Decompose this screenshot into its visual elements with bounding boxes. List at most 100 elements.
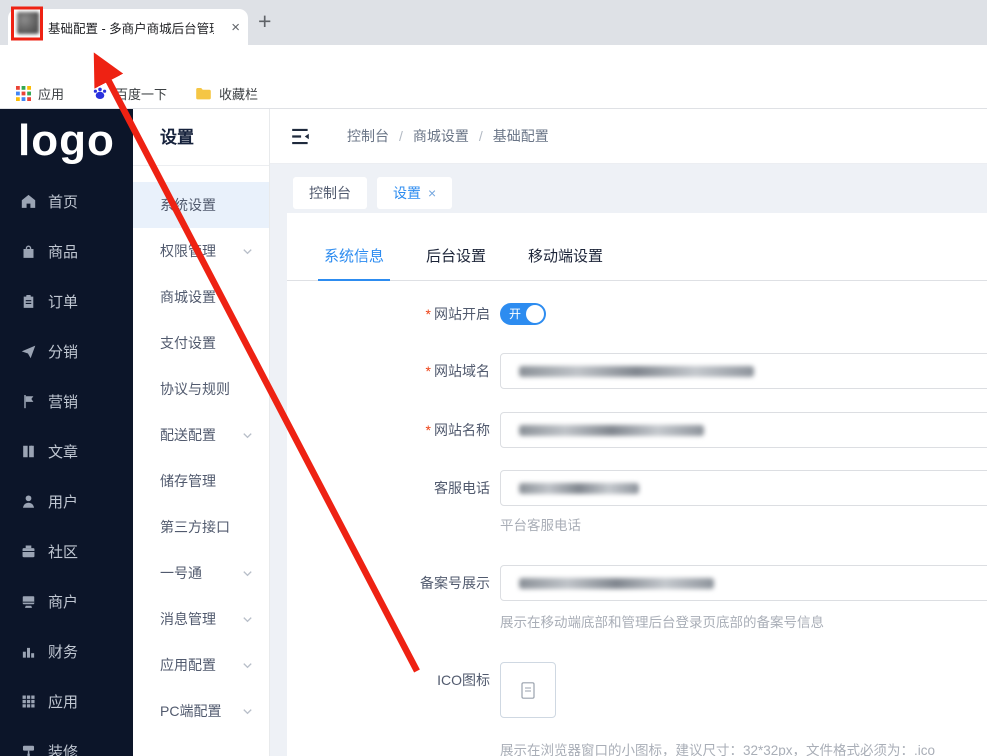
- new-tab-button[interactable]: +: [258, 8, 271, 35]
- icp-display-input[interactable]: [500, 565, 987, 601]
- form-row-icp-display: 备案号展示: [287, 565, 987, 601]
- form-row-ico-icon: ICO图标: [287, 662, 987, 718]
- browser-tab[interactable]: 基础配置 - 多商户商城后台管理 ×: [8, 9, 248, 45]
- field-label: 备案号展示: [420, 575, 490, 591]
- required-marker: *: [425, 422, 431, 438]
- submenu-item-agreements[interactable]: 协议与规则: [133, 366, 269, 412]
- breadcrumb-separator: /: [399, 128, 403, 144]
- submenu-item-app-config[interactable]: 应用配置: [133, 642, 269, 688]
- ico-upload-box[interactable]: [500, 662, 556, 718]
- breadcrumb-item-console[interactable]: 控制台: [347, 126, 389, 146]
- merchant-shop-icon: [22, 595, 35, 608]
- ico-icon-hint: 展示在浏览器窗口的小图标，建议尺寸：32*32px，文件格式必须为：.ico: [500, 743, 936, 756]
- bookmarks-bar: 应用 百度一下 收藏栏: [0, 78, 987, 109]
- breadcrumb-item-mall-settings[interactable]: 商城设置: [413, 126, 469, 146]
- toggle-on-label: 开: [509, 307, 522, 321]
- collapse-menu-icon[interactable]: [290, 127, 311, 146]
- submenu-item-permissions[interactable]: 权限管理: [133, 228, 269, 274]
- baidu-paw-icon: [93, 87, 107, 99]
- chevron-down-icon: [243, 570, 252, 576]
- service-phone-hint: 平台客服电话: [500, 518, 581, 533]
- bookmark-baidu[interactable]: 百度一下: [92, 84, 167, 103]
- chevron-down-icon: [243, 708, 252, 714]
- sidebar-item-goods[interactable]: 商品: [0, 226, 133, 276]
- sidebar-item-articles[interactable]: 文章: [0, 426, 133, 476]
- logo: logo: [18, 116, 115, 165]
- submenu-item-messages[interactable]: 消息管理: [133, 596, 269, 642]
- sidebar-item-distribution[interactable]: 分销: [0, 326, 133, 376]
- submenu-item-payment-settings[interactable]: 支付设置: [133, 320, 269, 366]
- sidebar-item-community[interactable]: 社区: [0, 526, 133, 576]
- browser-tab-strip: 基础配置 - 多商户商城后台管理 × +: [0, 0, 987, 45]
- community-briefcase-icon: [22, 544, 35, 557]
- chevron-down-icon: [243, 616, 252, 622]
- main-area: 控制台 / 商城设置 / 基础配置 控制台 设置 × 系统信息 后台设置 移动端…: [270, 109, 987, 756]
- apps-grid-icon: [16, 85, 31, 101]
- article-book-icon: [23, 445, 34, 457]
- page-tab-console[interactable]: 控制台: [293, 177, 367, 209]
- primary-sidebar: logo 首页 商品 订单 分销 营销 文章 用户 社区 商户 财务 应用 装修: [0, 109, 133, 756]
- submenu-item-third-party[interactable]: 第三方接口: [133, 504, 269, 550]
- breadcrumb-item-basic-config[interactable]: 基础配置: [493, 126, 549, 146]
- bookmark-label: 应用: [38, 86, 65, 102]
- home-icon: [21, 194, 36, 208]
- blurred-value: [519, 483, 639, 494]
- decorate-roller-icon: [22, 745, 35, 756]
- chevron-down-icon: [243, 432, 252, 438]
- icp-display-hint: 展示在移动端底部和管理后台登录页底部的备案号信息: [500, 615, 824, 630]
- sidebar-item-home[interactable]: 首页: [0, 176, 133, 226]
- form-row-website-domain: * 网站域名: [287, 353, 987, 389]
- order-clipboard-icon: [23, 294, 34, 308]
- tab-close-icon[interactable]: ×: [231, 20, 240, 35]
- submenu-item-delivery-config[interactable]: 配送配置: [133, 412, 269, 458]
- website-domain-input[interactable]: [500, 353, 987, 389]
- settings-sidebar: 设置 系统设置 权限管理 商城设置 支付设置 协议与规则 配送配置 储存管理 第…: [133, 109, 270, 756]
- required-marker: *: [425, 306, 431, 322]
- sidebar-item-marketing[interactable]: 营销: [0, 376, 133, 426]
- page-tabs-bar: 控制台 设置 ×: [270, 164, 987, 209]
- close-tab-icon[interactable]: ×: [428, 185, 436, 201]
- field-label: 网站开启: [434, 306, 490, 322]
- distribution-plane-icon: [21, 345, 36, 358]
- field-label: ICO图标: [437, 672, 490, 688]
- submenu-item-yihaotong[interactable]: 一号通: [133, 550, 269, 596]
- breadcrumb-separator: /: [478, 128, 483, 144]
- field-label: 客服电话: [434, 480, 490, 496]
- goods-bag-icon: [23, 245, 34, 258]
- website-switch-toggle[interactable]: 开: [500, 303, 546, 325]
- form-row-service-phone: 客服电话: [287, 470, 987, 506]
- service-phone-input[interactable]: [500, 470, 987, 506]
- toggle-knob: [526, 305, 544, 323]
- submenu-item-system-settings[interactable]: 系统设置: [133, 182, 269, 228]
- bookmark-apps[interactable]: 应用: [16, 84, 64, 103]
- settings-sidebar-title: 设置: [133, 109, 269, 166]
- tab-system-info[interactable]: 系统信息: [318, 245, 391, 281]
- tab-backend-settings[interactable]: 后台设置: [420, 245, 492, 280]
- field-label: 网站域名: [434, 363, 490, 379]
- folder-icon: [196, 87, 211, 99]
- browser-toolbar: [0, 45, 987, 122]
- apps-grid-icon: [22, 695, 35, 708]
- sidebar-item-apps[interactable]: 应用: [0, 676, 133, 726]
- sidebar-item-decorate[interactable]: 装修: [0, 726, 133, 756]
- page-tab-settings[interactable]: 设置 ×: [377, 177, 453, 209]
- main-header: 控制台 / 商城设置 / 基础配置: [270, 109, 987, 164]
- favicon-blurred: [17, 12, 39, 34]
- submenu-item-mall-settings[interactable]: 商城设置: [133, 274, 269, 320]
- field-label: 网站名称: [434, 422, 490, 438]
- chevron-down-icon: [243, 248, 252, 254]
- chevron-down-icon: [243, 662, 252, 668]
- sidebar-item-finance[interactable]: 财务: [0, 626, 133, 676]
- sidebar-item-merchants[interactable]: 商户: [0, 576, 133, 626]
- website-name-input[interactable]: [500, 412, 987, 448]
- sidebar-item-orders[interactable]: 订单: [0, 276, 133, 326]
- tab-mobile-settings[interactable]: 移动端设置: [522, 245, 609, 280]
- bookmark-folder[interactable]: 收藏栏: [195, 84, 258, 103]
- content-tabs: 系统信息 后台设置 移动端设置: [287, 213, 987, 281]
- submenu-item-pc-config[interactable]: PC端配置: [133, 688, 269, 734]
- form-row-website-name: * 网站名称: [287, 412, 987, 448]
- form-row-website-switch: * 网站开启 开: [287, 303, 987, 325]
- sidebar-item-users[interactable]: 用户: [0, 476, 133, 526]
- submenu-item-storage[interactable]: 储存管理: [133, 458, 269, 504]
- marketing-flag-icon: [24, 394, 34, 408]
